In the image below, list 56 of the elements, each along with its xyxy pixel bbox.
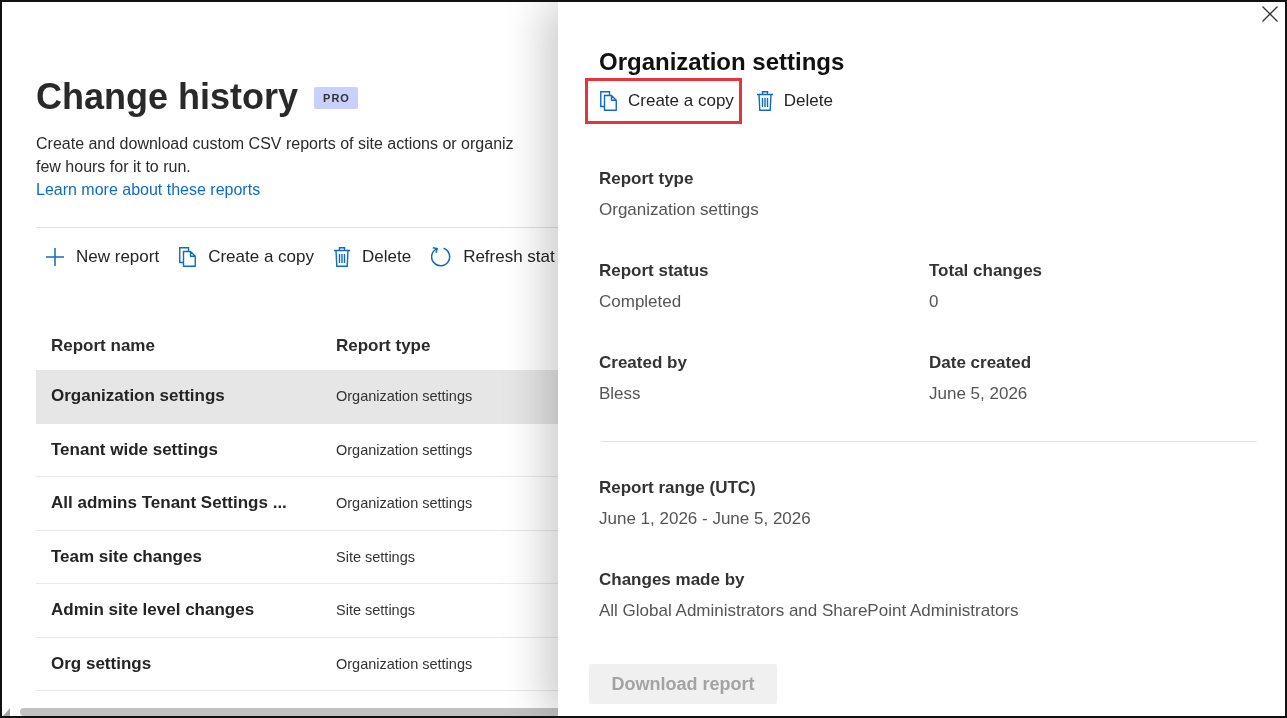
- plan-badge: PRO: [314, 87, 358, 109]
- copy-icon: [179, 247, 197, 267]
- trash-icon: [756, 91, 773, 111]
- column-header[interactable]: Report type: [336, 336, 431, 356]
- field-label: Total changes: [929, 260, 1044, 282]
- table-cell: Site settings: [336, 548, 415, 565]
- table-cell: Organization settings: [336, 495, 473, 512]
- scrollbar-thumb[interactable]: [20, 707, 558, 716]
- corner-triangle-icon[interactable]: [3, 707, 10, 716]
- table-cell-text: Org settings: [50, 653, 153, 674]
- field-value: Bless: [599, 383, 642, 405]
- close-icon: [1262, 6, 1278, 22]
- learn-more-link[interactable]: Learn more about these reports: [36, 178, 261, 201]
- panel-title: Organization settings: [599, 47, 846, 77]
- field-label: Report type: [599, 168, 695, 190]
- refresh-button[interactable]: Refresh stat: [421, 239, 558, 275]
- field-value: Completed: [599, 291, 683, 313]
- delete-button[interactable]: Delete: [741, 78, 841, 124]
- copy-button[interactable]: Create a copy: [585, 78, 742, 124]
- close-button[interactable]: [1262, 6, 1278, 22]
- table-row[interactable]: Org settings Organization settings: [36, 637, 558, 691]
- table-cell-text: Organization settings: [50, 386, 226, 407]
- table-row[interactable]: Tenant wide settings Organization settings: [36, 423, 558, 477]
- delete-button[interactable]: Delete: [324, 239, 422, 275]
- refresh-icon: [431, 247, 452, 267]
- field-value: All Global Administrators and SharePoint Administrators: [599, 600, 1019, 622]
- field-label: Date created: [929, 352, 1033, 374]
- table-row[interactable]: Organization settings Organization settings: [36, 370, 558, 424]
- page-title: Change history: [36, 75, 299, 119]
- table-cell: Organization settings: [336, 441, 473, 458]
- copy-icon: [600, 91, 617, 111]
- table-cell: Organization settings: [336, 388, 473, 405]
- field-value: June 1, 2026 - June 5, 2026: [599, 508, 811, 530]
- table-cell: Site settings: [336, 602, 415, 619]
- table-row[interactable]: Team site changes Site settings: [36, 530, 558, 584]
- table-cell-text: Admin site level changes: [50, 600, 256, 621]
- field-value: June 5, 2026: [929, 383, 1029, 405]
- trash-icon: [334, 247, 350, 267]
- table-row[interactable]: All admins Tenant Settings ... Organization settings: [36, 477, 558, 531]
- column-header[interactable]: Report name: [36, 336, 336, 356]
- description-text: few hours for it to run.: [36, 157, 191, 177]
- plus-icon: [46, 248, 64, 266]
- table-cell-text: Tenant wide settings: [50, 439, 219, 460]
- field-label: Report range (UTC): [599, 477, 757, 499]
- copy-button[interactable]: Create a copy: [169, 239, 324, 275]
- table-cell-text: Team site changes: [50, 546, 203, 567]
- table-cell: Organization settings: [336, 655, 473, 672]
- table-row[interactable]: Admin site level changes Site settings: [36, 584, 558, 638]
- field-label: Changes made by: [599, 569, 746, 591]
- field-label: Report status: [599, 260, 710, 282]
- field-label: Created by: [599, 352, 688, 374]
- description-text: Create and download custom CSV reports of site actions or organiz: [36, 134, 514, 154]
- new-report-button[interactable]: New report: [36, 239, 170, 275]
- table-cell-text: All admins Tenant Settings ...: [50, 493, 288, 514]
- field-value: 0: [929, 291, 940, 313]
- field-value: Organization settings: [599, 199, 759, 221]
